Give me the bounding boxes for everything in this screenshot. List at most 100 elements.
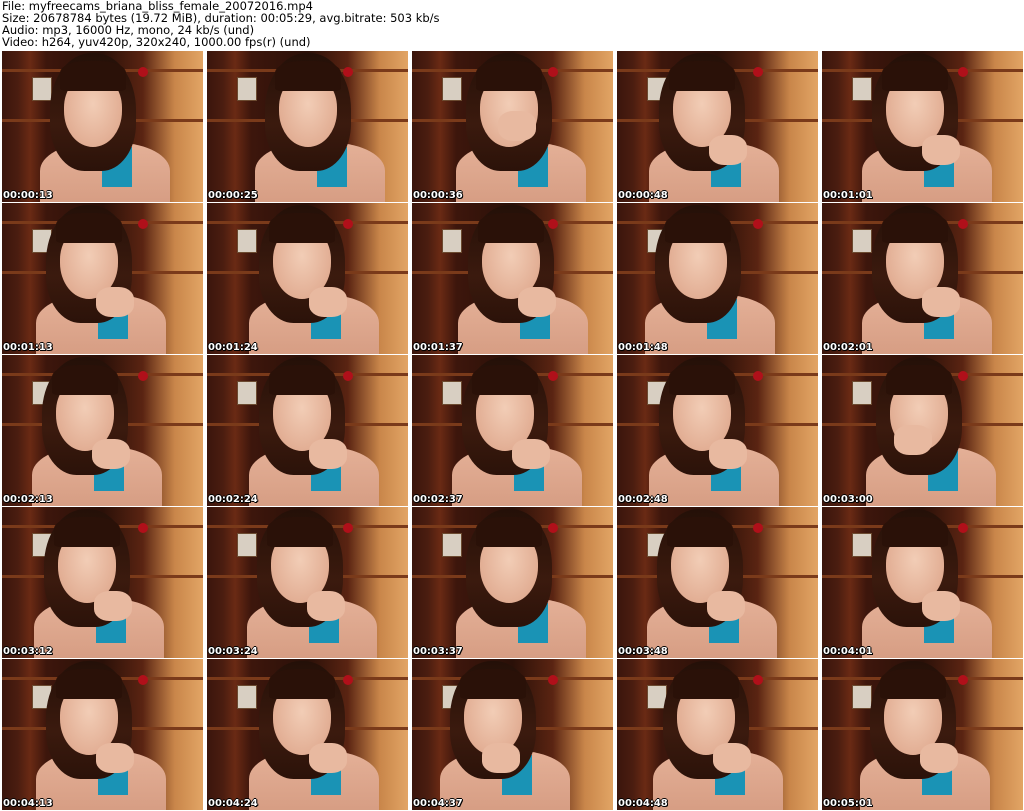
- video-frame-thumbnail: 00:03:24: [207, 507, 408, 658]
- person-hand: [498, 111, 536, 141]
- frame-timestamp: 00:04:13: [3, 798, 53, 809]
- video-frame-thumbnail: 00:00:25: [207, 51, 408, 202]
- frame-timestamp: 00:03:37: [413, 646, 463, 657]
- person-bangs: [54, 517, 120, 547]
- person-hand: [920, 743, 958, 773]
- video-frame-thumbnail: 00:00:48: [617, 51, 818, 202]
- person-hand: [713, 743, 751, 773]
- person-hand: [307, 591, 345, 621]
- picture-frame: [237, 685, 257, 709]
- person-bangs: [472, 365, 538, 395]
- frame-timestamp: 00:00:13: [3, 190, 53, 201]
- video-frame-thumbnail: 00:01:01: [822, 51, 1023, 202]
- picture-frame: [237, 381, 257, 405]
- video-frame-thumbnail: 00:00:13: [2, 51, 203, 202]
- flower-decoration: [958, 371, 968, 381]
- frame-timestamp: 00:00:36: [413, 190, 463, 201]
- video-frame-thumbnail: 00:01:48: [617, 203, 818, 354]
- video-frame-thumbnail: 00:03:48: [617, 507, 818, 658]
- flower-decoration: [343, 219, 353, 229]
- flower-decoration: [958, 675, 968, 685]
- picture-frame: [237, 77, 257, 101]
- person-bangs: [882, 213, 948, 243]
- video-frame-thumbnail: 00:04:37: [412, 659, 613, 810]
- person-hand: [94, 591, 132, 621]
- picture-frame: [852, 685, 872, 709]
- frame-timestamp: 00:05:01: [823, 798, 873, 809]
- flower-decoration: [753, 523, 763, 533]
- video-frame-thumbnail: 00:04:13: [2, 659, 203, 810]
- video-frame-thumbnail: 00:04:24: [207, 659, 408, 810]
- video-frame-thumbnail: 00:02:37: [412, 355, 613, 506]
- frame-timestamp: 00:04:24: [208, 798, 258, 809]
- frame-timestamp: 00:04:48: [618, 798, 668, 809]
- person-hand: [512, 439, 550, 469]
- flower-decoration: [753, 371, 763, 381]
- flower-decoration: [343, 67, 353, 77]
- person-hand: [894, 425, 932, 455]
- flower-decoration: [138, 675, 148, 685]
- flower-decoration: [138, 67, 148, 77]
- frame-timestamp: 00:01:48: [618, 342, 668, 353]
- person-bangs: [52, 365, 118, 395]
- flower-decoration: [138, 523, 148, 533]
- frame-timestamp: 00:00:25: [208, 190, 258, 201]
- video-frame-thumbnail: 00:03:00: [822, 355, 1023, 506]
- person-bangs: [56, 669, 122, 699]
- frame-timestamp: 00:03:12: [3, 646, 53, 657]
- video-frame-thumbnail: 00:02:13: [2, 355, 203, 506]
- thumbnail-grid: 00:00:13 00:00:25 00:00:36 00:00:48 00:01:01…: [2, 51, 1023, 811]
- flower-decoration: [548, 67, 558, 77]
- person-bangs: [269, 213, 335, 243]
- person-bangs: [669, 365, 735, 395]
- video-frame-thumbnail: 00:01:37: [412, 203, 613, 354]
- flower-decoration: [958, 67, 968, 77]
- person-hand: [922, 591, 960, 621]
- frame-timestamp: 00:03:00: [823, 494, 873, 505]
- video-frame-thumbnail: 00:01:24: [207, 203, 408, 354]
- frame-timestamp: 00:04:01: [823, 646, 873, 657]
- flower-decoration: [548, 523, 558, 533]
- person-bangs: [269, 669, 335, 699]
- person-hand: [518, 287, 556, 317]
- frame-timestamp: 00:02:48: [618, 494, 668, 505]
- video-frame-thumbnail: 00:04:48: [617, 659, 818, 810]
- person-bangs: [882, 517, 948, 547]
- flower-decoration: [548, 675, 558, 685]
- person-hand: [309, 743, 347, 773]
- person-hand: [482, 743, 520, 773]
- video-frame-thumbnail: 00:02:48: [617, 355, 818, 506]
- flower-decoration: [138, 371, 148, 381]
- flower-decoration: [753, 219, 763, 229]
- person-hand: [707, 591, 745, 621]
- person-bangs: [665, 213, 731, 243]
- person-hand: [922, 287, 960, 317]
- person-bangs: [269, 365, 335, 395]
- picture-frame: [852, 77, 872, 101]
- picture-frame: [852, 533, 872, 557]
- picture-frame: [852, 229, 872, 253]
- frame-timestamp: 00:01:24: [208, 342, 258, 353]
- picture-frame: [32, 77, 52, 101]
- person-hand: [309, 287, 347, 317]
- frame-timestamp: 00:00:48: [618, 190, 668, 201]
- video-frame-thumbnail: 00:00:36: [412, 51, 613, 202]
- flower-decoration: [548, 371, 558, 381]
- person-bangs: [882, 61, 948, 91]
- video-frame-thumbnail: 00:02:24: [207, 355, 408, 506]
- flower-decoration: [343, 675, 353, 685]
- person-bangs: [478, 213, 544, 243]
- video-info-line: Video: h264, yuv420p, 320x240, 1000.00 f…: [2, 35, 311, 49]
- flower-decoration: [753, 675, 763, 685]
- picture-frame: [237, 229, 257, 253]
- picture-frame: [442, 77, 462, 101]
- person-bangs: [460, 669, 526, 699]
- video-frame-thumbnail: 00:01:13: [2, 203, 203, 354]
- picture-frame: [237, 533, 257, 557]
- flower-decoration: [343, 371, 353, 381]
- picture-frame: [442, 381, 462, 405]
- flower-decoration: [343, 523, 353, 533]
- person-bangs: [56, 213, 122, 243]
- frame-timestamp: 00:03:48: [618, 646, 668, 657]
- person-hand: [309, 439, 347, 469]
